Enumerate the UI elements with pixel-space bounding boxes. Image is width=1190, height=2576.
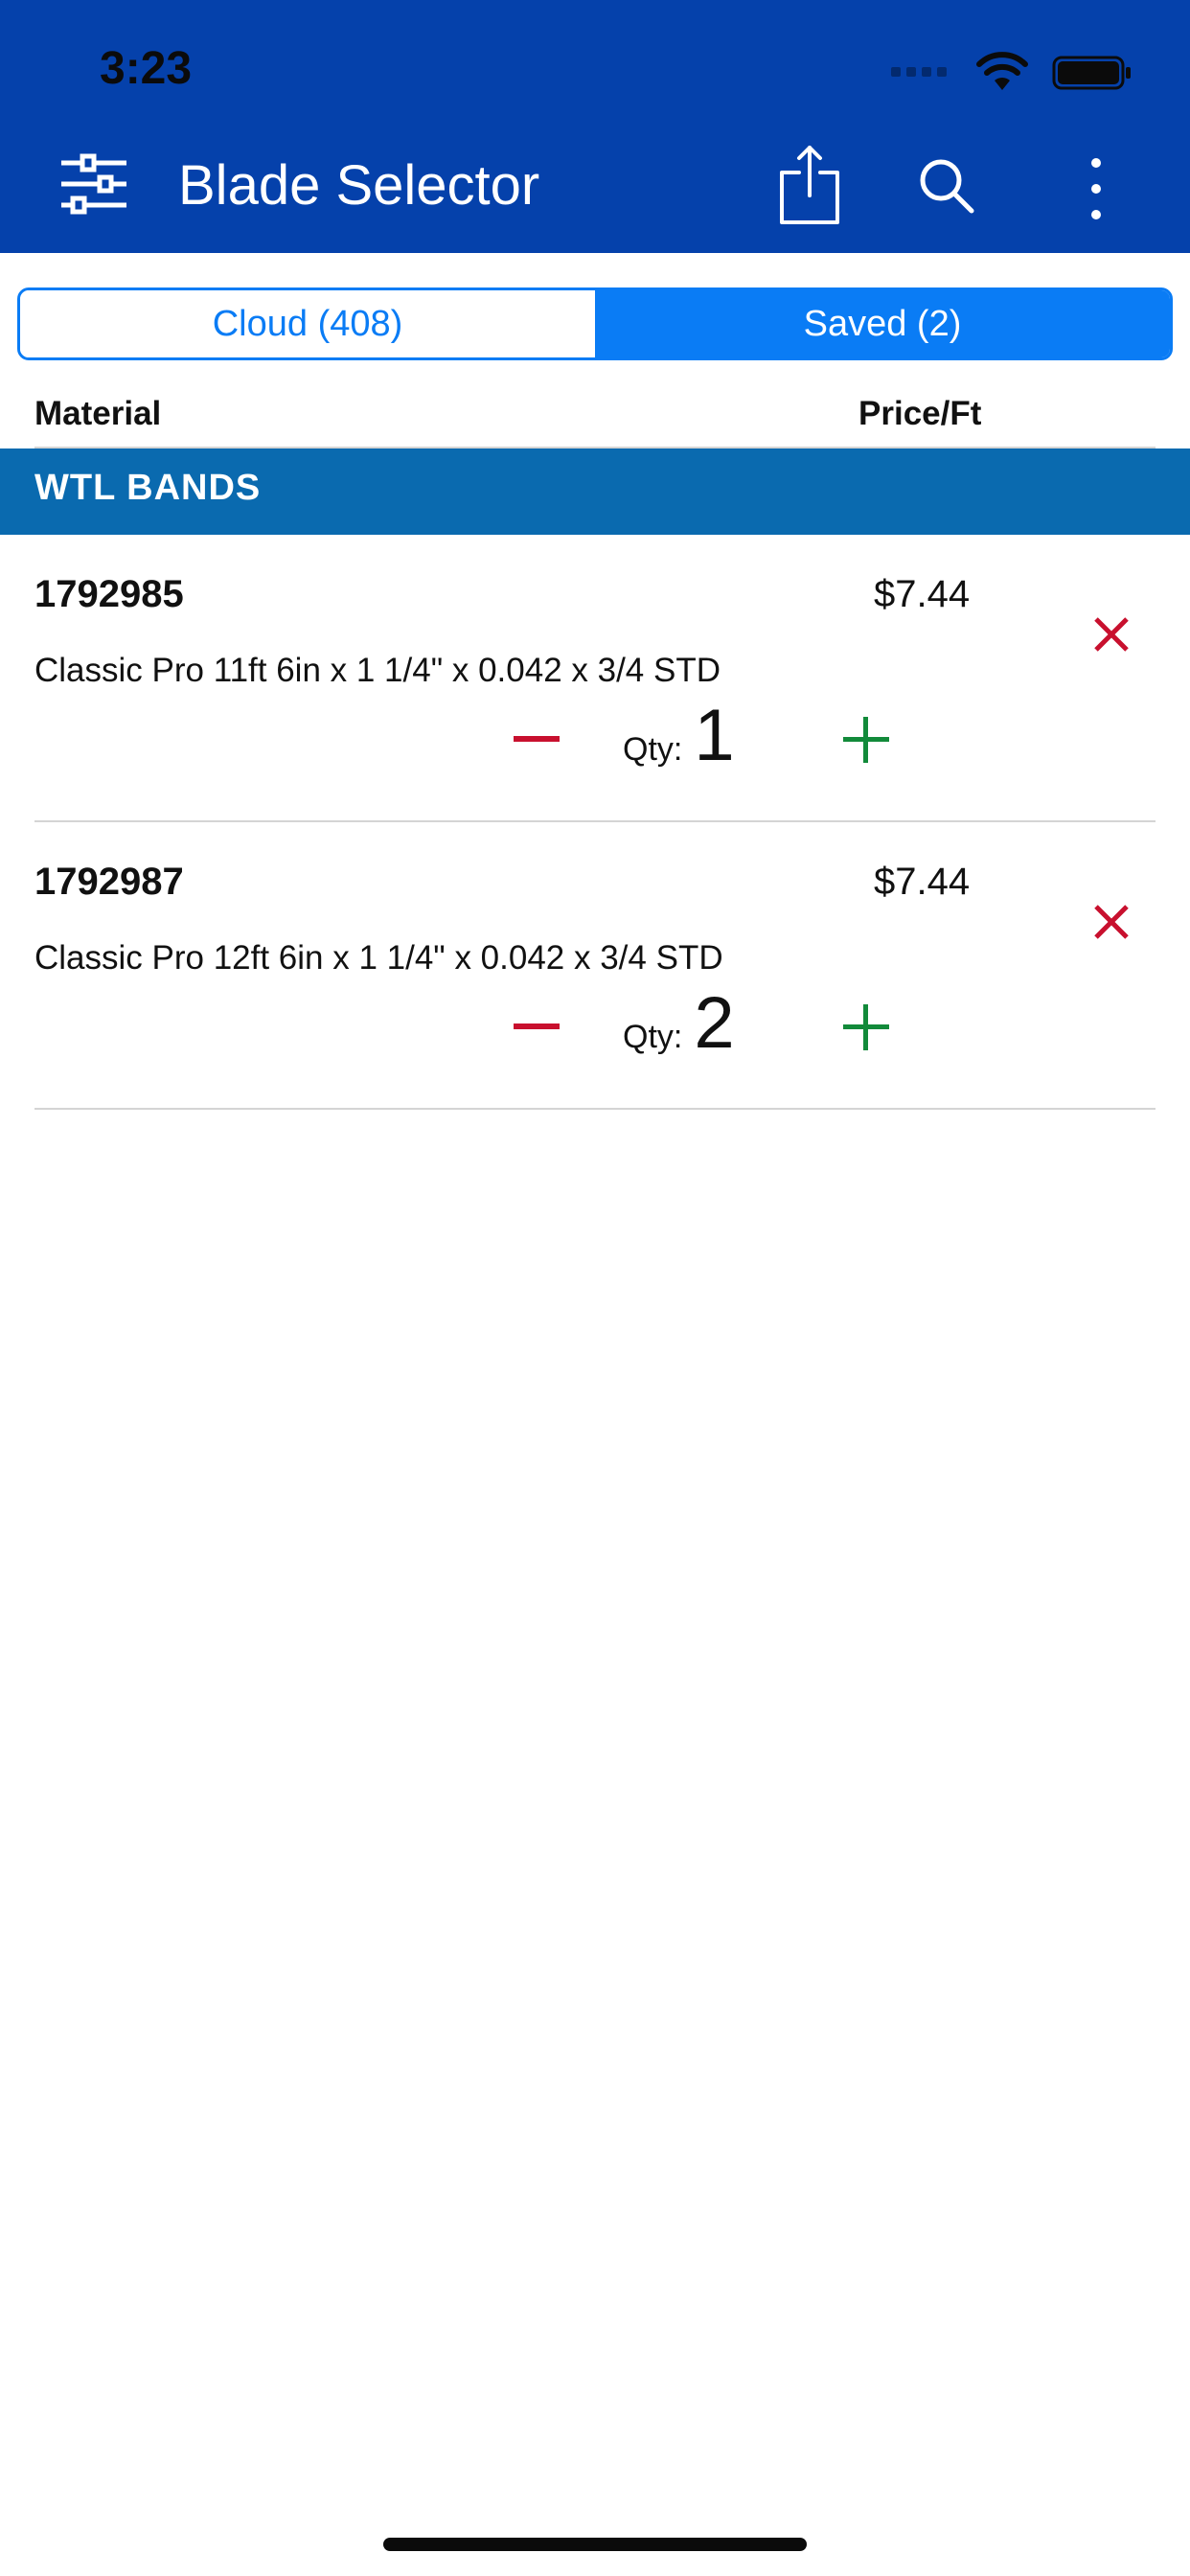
- quantity-value: 1: [694, 695, 735, 776]
- item-code: 1792987: [34, 861, 184, 903]
- quantity-value: 2: [694, 982, 735, 1064]
- tab-segmented-control: Cloud (408) Saved (2): [17, 288, 1173, 360]
- minus-icon[interactable]: [514, 1024, 560, 1031]
- status-time: 3:23: [100, 43, 193, 94]
- more-vertical-icon[interactable]: [1083, 155, 1110, 222]
- plus-icon[interactable]: [843, 1004, 889, 1050]
- tab-cloud[interactable]: Cloud (408): [20, 290, 595, 357]
- page-title: Blade Selector: [178, 154, 540, 217]
- quantity-label: Qty:: [623, 731, 683, 768]
- item-description: Classic Pro 12ft 6in x 1 1/4" x 0.042 x …: [34, 939, 723, 977]
- column-header-material: Material: [34, 395, 162, 432]
- remove-icon[interactable]: [1090, 613, 1133, 656]
- section-header: WTL BANDS: [0, 448, 1190, 535]
- list-item: 1792985 $7.44 Classic Pro 11ft 6in x 1 1…: [0, 535, 1190, 822]
- tab-saved[interactable]: Saved (2): [595, 290, 1170, 357]
- column-header-price: Price/Ft: [858, 395, 982, 432]
- minus-icon[interactable]: [514, 736, 560, 744]
- item-code: 1792985: [34, 573, 184, 615]
- section-title: WTL BANDS: [34, 468, 262, 508]
- list-item: 1792987 $7.44 Classic Pro 12ft 6in x 1 1…: [0, 822, 1190, 1110]
- remove-icon[interactable]: [1090, 901, 1133, 943]
- home-indicator[interactable]: [383, 2538, 807, 2551]
- share-icon[interactable]: [776, 144, 843, 226]
- wifi-icon: [976, 52, 1028, 90]
- quantity-display: Qty: 1: [623, 700, 735, 776]
- search-icon[interactable]: [916, 155, 977, 217]
- status-indicators: [891, 52, 1140, 94]
- item-divider: [34, 1108, 1156, 1110]
- filter-sliders-icon[interactable]: [57, 153, 130, 215]
- app-bar: 3:23 Blade Selector: [0, 0, 1190, 253]
- item-description: Classic Pro 11ft 6in x 1 1/4" x 0.042 x …: [34, 652, 721, 689]
- item-price: $7.44: [874, 573, 971, 615]
- quantity-display: Qty: 2: [623, 987, 735, 1064]
- cellular-signal-icon: [891, 67, 952, 79]
- item-price: $7.44: [874, 861, 971, 903]
- plus-icon[interactable]: [843, 717, 889, 763]
- quantity-label: Qty:: [623, 1019, 683, 1055]
- battery-icon: [1052, 56, 1131, 90]
